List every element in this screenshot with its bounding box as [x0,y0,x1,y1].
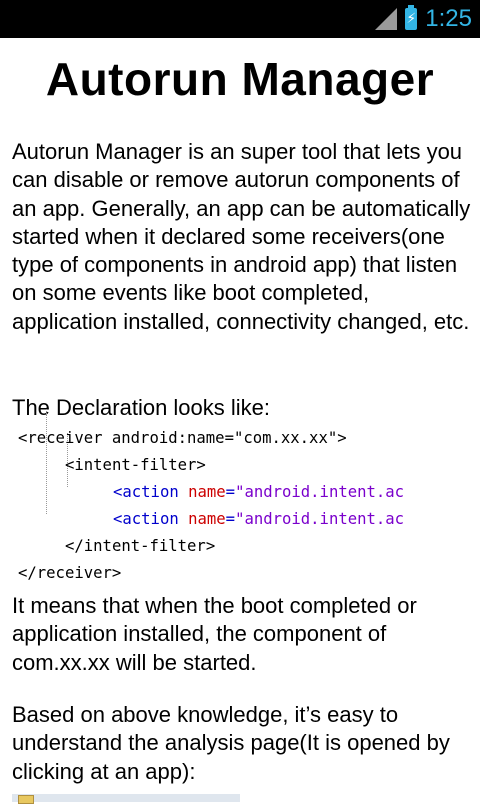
analysis-paragraph: Based on above knowledge, it’s easy to u… [12,702,450,784]
status-bar: ⚡ 1:25 [0,0,480,38]
battery-charging-icon: ⚡ [405,5,418,30]
code-line-intent-open: <intent-filter> [65,456,206,474]
code-action-value: "android.intent.ac [235,510,405,528]
code-action-tag: <action [113,510,179,528]
code-line-receiver-close: </receiver> [18,564,122,582]
code-action-attr: name [188,510,226,528]
code-action-attr: name [188,483,226,501]
code-guide-outer [46,406,47,514]
code-receiver-tag: <receiver [18,429,103,447]
code-line-action-2: <action name="android.intent.ac [113,506,404,533]
code-snippet: <receiver android:name="com.xx.xx"> <int… [18,388,480,582]
status-clock: 1:25 [425,5,472,32]
page-title: Autorun Manager [45,53,435,105]
status-bar-right: ⚡ 1:25 [375,0,472,38]
code-line-receiver-open: <receiver android:name="com.xx.xx"> [18,425,347,452]
intro-paragraph: Autorun Manager is an super tool that le… [12,139,471,334]
code-receiver-value: ="com.xx.xx"> [224,429,347,447]
code-action-eq: = [225,483,236,501]
code-line-action-1: <action name="android.intent.ac [113,479,404,506]
analysis-screenshot-image [12,794,240,804]
explanation-paragraph: It means that when the boot completed or… [12,593,417,675]
code-action-eq: = [225,510,236,528]
code-action-value: "android.intent.ac [235,483,405,501]
code-line-intent-close: </intent-filter> [65,537,216,555]
signal-bars-icon [375,8,398,30]
code-receiver-attr: android:name [111,429,225,447]
code-action-tag: <action [113,483,179,501]
